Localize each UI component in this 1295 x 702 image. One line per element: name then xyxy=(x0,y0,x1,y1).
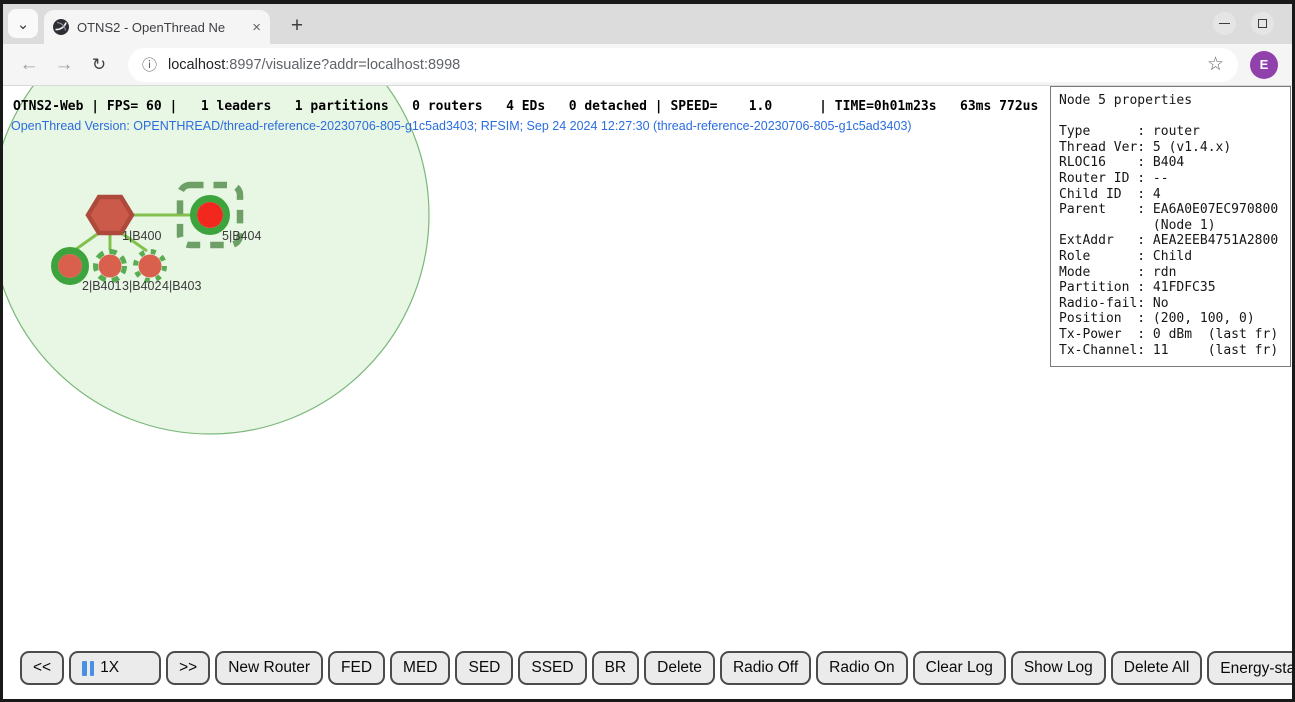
otns-page: 1|B400 5|B404 2|B401 3|B402 4|B403 OTNS2… xyxy=(3,86,1292,698)
node-2-label: 2|B401 xyxy=(82,279,121,293)
node-3-body[interactable] xyxy=(99,255,122,278)
radio-on-button[interactable]: Radio On xyxy=(816,651,907,685)
br-button[interactable]: BR xyxy=(592,651,640,685)
site-info-icon[interactable]: ⓘ xyxy=(142,54,157,75)
med-button[interactable]: MED xyxy=(390,651,450,685)
new-router-button[interactable]: New Router xyxy=(215,651,323,685)
prop-role: Role : Child xyxy=(1059,249,1282,265)
delete-button[interactable]: Delete xyxy=(644,651,715,685)
prop-radio-fail: Radio-fail: No xyxy=(1059,296,1282,312)
node-properties-panel: Node 5 properties Type : router Thread V… xyxy=(1050,86,1291,367)
ssed-button[interactable]: SSED xyxy=(518,651,586,685)
new-tab-button[interactable]: + xyxy=(283,12,311,40)
show-log-button[interactable]: Show Log xyxy=(1011,651,1106,685)
node-5-label: 5|B404 xyxy=(222,229,261,243)
fed-button[interactable]: FED xyxy=(328,651,385,685)
favicon-globe-icon xyxy=(53,19,69,35)
status-bar: OTNS2-Web | FPS= 60 | 1 leaders 1 partit… xyxy=(13,99,1038,114)
speed-down-button[interactable]: << xyxy=(20,651,64,685)
address-bar[interactable]: ⓘ localhost:8997/visualize?addr=localhos… xyxy=(128,48,1238,82)
speed-up-button[interactable]: >> xyxy=(166,651,210,685)
maximize-button[interactable] xyxy=(1251,12,1274,35)
node-5-body[interactable] xyxy=(197,202,223,228)
profile-avatar[interactable]: E xyxy=(1250,51,1278,79)
forward-button[interactable]: → xyxy=(52,54,76,76)
browser-toolbar: ← → ↻ ⓘ localhost:8997/visualize?addr=lo… xyxy=(3,44,1292,86)
url-path: :8997/visualize?addr=localhost:8998 xyxy=(225,57,460,73)
pause-speed-button[interactable]: 1X xyxy=(69,651,161,685)
prop-tx-power: Tx-Power : 0 dBm (last fr) xyxy=(1059,327,1282,343)
node-1-leader[interactable] xyxy=(88,197,132,233)
url-text[interactable]: localhost:8997/visualize?addr=localhost:… xyxy=(168,57,460,73)
tab-close-icon[interactable]: × xyxy=(252,20,261,35)
prop-mode: Mode : rdn xyxy=(1059,265,1282,281)
prop-position: Position : (200, 100, 0) xyxy=(1059,311,1282,327)
radio-off-button[interactable]: Radio Off xyxy=(720,651,811,685)
prop-router-id: Router ID : -- xyxy=(1059,171,1282,187)
prop-extaddr: ExtAddr : AEA2EEB4751A2800 xyxy=(1059,233,1282,249)
pause-icon xyxy=(82,661,94,676)
prop-parent-2: (Node 1) xyxy=(1059,218,1282,234)
openthread-version-line: OpenThread Version: OPENTHREAD/thread-re… xyxy=(11,119,912,133)
reload-button[interactable]: ↻ xyxy=(87,55,111,75)
node-4-body[interactable] xyxy=(139,255,162,278)
prop-thread-ver: Thread Ver: 5 (v1.4.x) xyxy=(1059,140,1282,156)
speed-label: 1X xyxy=(100,659,119,677)
prop-child-id: Child ID : 4 xyxy=(1059,187,1282,203)
browser-window: ⌄ OTNS2 - OpenThread Ne × + ← → ↻ ⓘ loca… xyxy=(0,0,1295,702)
delete-all-button[interactable]: Delete All xyxy=(1111,651,1202,685)
prop-type: Type : router xyxy=(1059,124,1282,140)
prop-tx-channel: Tx-Channel: 11 (last fr) xyxy=(1059,343,1282,359)
node-1-label: 1|B400 xyxy=(122,229,161,243)
tab-strip: ⌄ OTNS2 - OpenThread Ne × + xyxy=(3,4,1292,44)
prop-partition: Partition : 41FDFC35 xyxy=(1059,280,1282,296)
node-3-label: 3|B402 xyxy=(122,279,161,293)
node-5-selected[interactable] xyxy=(194,199,227,232)
tab-title: OTNS2 - OpenThread Ne xyxy=(77,20,235,35)
back-button[interactable]: ← xyxy=(17,54,41,76)
tab-search-button[interactable]: ⌄ xyxy=(8,9,38,38)
url-host: localhost xyxy=(168,57,225,73)
minimize-button[interactable] xyxy=(1213,12,1236,35)
node-2[interactable] xyxy=(55,251,86,282)
node-properties-title: Node 5 properties xyxy=(1059,93,1282,109)
prop-rloc16: RLOC16 : B404 xyxy=(1059,155,1282,171)
chevron-down-icon: ⌄ xyxy=(17,15,30,33)
sed-button[interactable]: SED xyxy=(455,651,513,685)
bookmark-star-icon[interactable]: ☆ xyxy=(1207,53,1224,76)
simulator-controls: << 1X >> New Router FED MED SED SSED BR … xyxy=(20,651,1292,685)
energy-stats-button[interactable]: Energy-stats ↗ xyxy=(1207,651,1292,685)
tab-otns[interactable]: OTNS2 - OpenThread Ne × xyxy=(44,10,270,44)
prop-parent: Parent : EA6A0E07EC970800 xyxy=(1059,202,1282,218)
leader-hexagon[interactable] xyxy=(88,197,132,233)
maximize-icon xyxy=(1258,19,1267,28)
clear-log-button[interactable]: Clear Log xyxy=(913,651,1006,685)
node-4-label: 4|B403 xyxy=(162,279,201,293)
window-controls xyxy=(1213,12,1274,35)
minimize-icon xyxy=(1219,23,1230,25)
node-2-body[interactable] xyxy=(58,254,82,278)
